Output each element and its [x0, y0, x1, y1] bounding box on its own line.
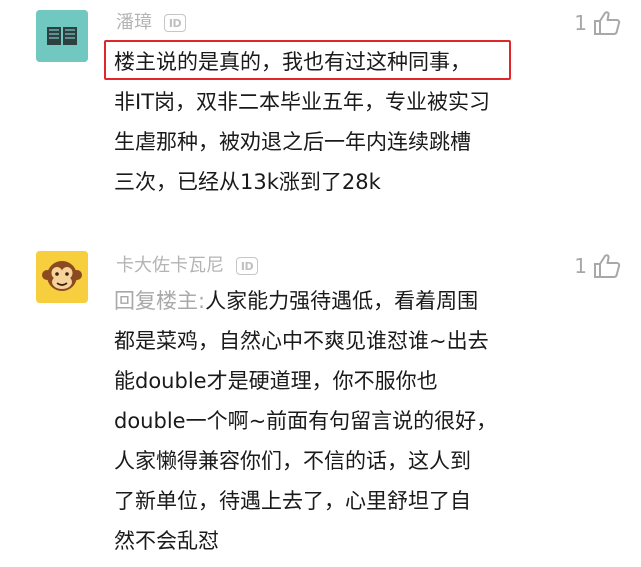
comment-line: 人家懒得兼容你们，不信的话，这人到	[114, 449, 471, 473]
like-count: 1	[574, 254, 587, 278]
comment-text: 人家能力强待遇低，看着周围	[205, 289, 479, 313]
book-icon	[36, 10, 88, 62]
username-row: 卡大佐卡瓦尼 ID	[116, 253, 258, 279]
comment-line: 回复楼主:人家能力强待遇低，看着周围	[114, 281, 534, 321]
comment-line: 非IT岗，双非二本毕业五年，专业被实习	[114, 90, 491, 114]
comment-item: 卡大佐卡瓦尼 ID 1 回复楼主:人家能力强待遇低，看着周围 都是菜鸡，自然心中…	[0, 215, 641, 567]
id-badge: ID	[164, 14, 186, 32]
comment-item: 潘璋 ID 1 楼主说的是真的，我也有过这种同事， 非IT岗，双非二本毕业五年，…	[0, 0, 641, 215]
comment-line: 都是菜鸡，自然心中不爽见谁怼谁~出去	[114, 329, 489, 353]
id-badge: ID	[236, 257, 258, 275]
comment-body: 楼主说的是真的，我也有过这种同事， 非IT岗，双非二本毕业五年，专业被实习 生虐…	[114, 42, 534, 202]
reply-prefix[interactable]: 回复楼主:	[114, 289, 205, 313]
comment-line: 楼主说的是真的，我也有过这种同事，	[114, 50, 471, 74]
monkey-face-icon	[36, 251, 88, 303]
username-row: 潘璋 ID	[116, 10, 186, 36]
username[interactable]: 潘璋	[116, 10, 152, 36]
like-button[interactable]: 1	[574, 10, 621, 36]
avatar[interactable]	[36, 251, 88, 303]
thumbs-up-icon	[593, 253, 621, 279]
comment-body: 回复楼主:人家能力强待遇低，看着周围 都是菜鸡，自然心中不爽见谁怼谁~出去 能d…	[114, 281, 534, 561]
avatar[interactable]	[36, 10, 88, 62]
like-count: 1	[574, 11, 587, 35]
thumbs-up-icon	[593, 10, 621, 36]
comment-line: 然不会乱怼	[114, 529, 219, 553]
comment-line: 三次，已经从13k涨到了28k	[114, 170, 381, 194]
like-button[interactable]: 1	[574, 253, 621, 279]
username[interactable]: 卡大佐卡瓦尼	[116, 253, 224, 279]
comment-line: 生虐那种，被劝退之后一年内连续跳槽	[114, 130, 471, 154]
comment-line: 了新单位，待遇上去了，心里舒坦了自	[114, 489, 471, 513]
comment-line: 能double才是硬道理，你不服你也	[114, 369, 438, 393]
comment-line: double一个啊~前面有句留言说的很好，	[114, 409, 498, 433]
